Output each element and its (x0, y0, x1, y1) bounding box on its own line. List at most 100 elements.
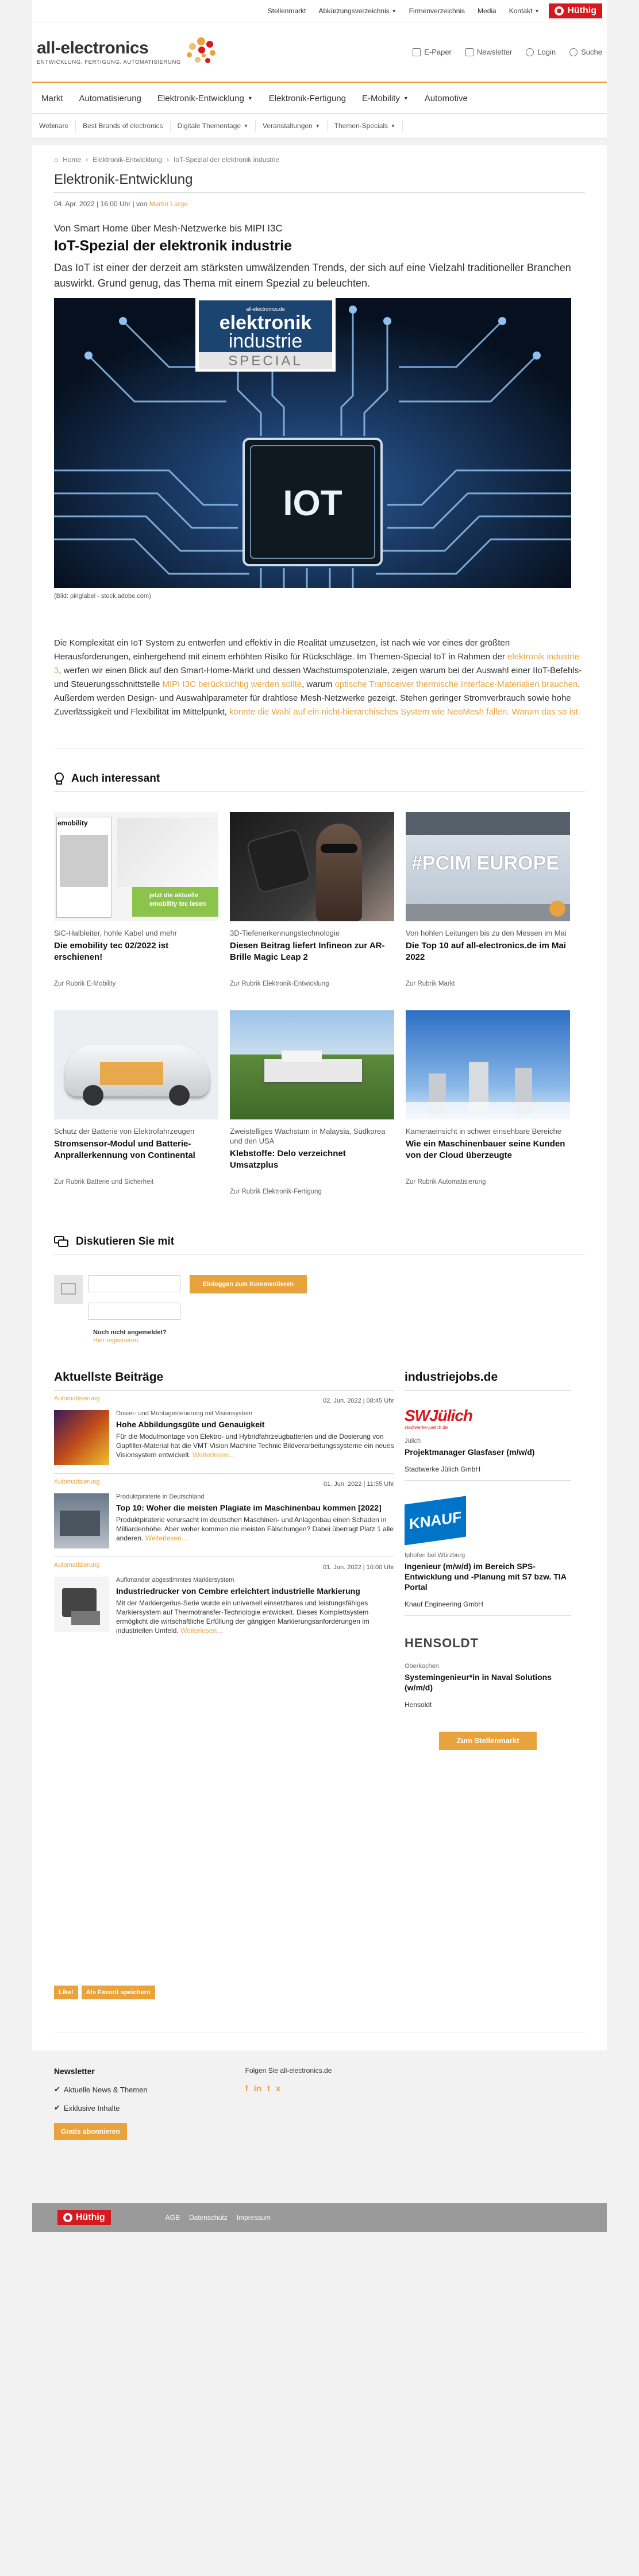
interesting-card[interactable]: 3D-Tiefenerkennungstechnologie Diesen Be… (230, 812, 394, 987)
chevron-down-icon: ▼ (391, 8, 397, 14)
breadcrumb-home[interactable]: Home (63, 156, 81, 164)
logo-tagline: ENTWICKLUNG. FERTIGUNG. AUTOMATISIERUNG (37, 59, 181, 65)
article-kicker: Von Smart Home über Mesh-Netzwerke bis M… (54, 223, 283, 234)
nav-markt[interactable]: Markt (33, 94, 71, 103)
job-logo: SWJülich stadtwerke-juelich.de (405, 1404, 571, 1432)
post-item[interactable]: Automatisierung 01. Jun. 2022 | 10:00 Uh… (54, 1557, 394, 1643)
nav-automatisierung[interactable]: Automatisierung (71, 94, 149, 103)
like-button[interactable]: Like! (54, 1986, 78, 1999)
subnav-best-brands[interactable]: Best Brands of electronics (76, 120, 171, 132)
topbar-link-media[interactable]: Media (478, 7, 496, 15)
home-icon: ⌂ (54, 156, 59, 164)
topbar-link-kontakt[interactable]: Kontakt ▼ (509, 7, 540, 15)
footer-newsletter: Newsletter ✔ Aktuelle News & Themen ✔ Exkl… (54, 2067, 148, 2140)
job-location: Jülich (405, 1438, 421, 1445)
post-item[interactable]: Automatisierung 02. Jun. 2022 | 08:45 Uh… (54, 1391, 394, 1474)
post-date: 01. Jun. 2022 | 10:00 Uhr (323, 1564, 394, 1571)
datenschutz-link[interactable]: Datenschutz (189, 2214, 228, 2222)
body-link-transceiver[interactable]: optische Transceiver thermische Interfac… (335, 679, 578, 689)
nav-elektronik-entwicklung[interactable]: Elektronik-Entwicklung ▼ (149, 94, 261, 103)
card-kicker: Zweistelliges Wachstum in Malaysia, Südk… (230, 1127, 386, 1145)
breadcrumb-level1[interactable]: Elektronik-Entwicklung (93, 156, 162, 164)
interesting-card[interactable]: Zweistelliges Wachstum in Malaysia, Südk… (230, 1010, 394, 1195)
hero-brand-industrie: industrie (229, 330, 303, 352)
post-desc: Produktpiraterie verursacht im deutschen… (116, 1515, 394, 1543)
card-title: Klebstoffe: Delo verzeichnet Umsatzplus (230, 1149, 346, 1170)
read-more-link[interactable]: Weiterlesen... (145, 1534, 187, 1542)
mail-icon (465, 48, 474, 56)
read-more-link[interactable]: Weiterlesen... (180, 1627, 222, 1635)
epaper-link[interactable]: E-Paper (413, 48, 452, 56)
xing-icon[interactable]: x (276, 2084, 280, 2094)
topbar-link-stellenmarkt[interactable]: Stellenmarkt (268, 7, 306, 15)
breadcrumb-current: IoT-Spezial der elektronik industrie (173, 156, 280, 164)
sub-nav: Webinare Best Brands of electronics Digi… (32, 114, 607, 138)
impressum-link[interactable]: Impressum (237, 2214, 271, 2222)
logo-name: all-electronics (37, 38, 149, 57)
breadcrumb-separator: › (86, 156, 88, 164)
topbar-link-abkuerzungen[interactable]: Abkürzungsverzeichnis ▼ (318, 7, 396, 15)
body-link-mipi[interactable]: MIPI I3C berücksichtig werden sollte (162, 679, 302, 689)
job-item[interactable]: HENSOLDT Oberkochen Systemingenieur*in i… (405, 1616, 571, 1716)
job-item[interactable]: KNAUF Iphofen bei Würzburg Ingenieur (m/… (405, 1481, 571, 1616)
post-thumbnail (54, 1493, 109, 1548)
breadcrumb: ⌂ Home › Elektronik-Entwicklung › IoT-Sp… (32, 145, 607, 164)
hero-chip-label: IOT (283, 484, 342, 523)
search-link[interactable]: Suche (569, 48, 602, 56)
subnav-digitale-thementage[interactable]: Digitale Thementage ▼ (171, 120, 256, 132)
twitter-icon[interactable]: t (267, 2084, 270, 2094)
linkedin-icon[interactable]: in (254, 2084, 261, 2094)
subnav-veranstaltungen[interactable]: Veranstaltungen ▼ (256, 120, 328, 132)
agb-link[interactable]: AGB (165, 2214, 180, 2222)
huethig-logo-link[interactable]: Hüthig (549, 3, 602, 18)
author-link[interactable]: Martin Large (149, 200, 188, 208)
username-field[interactable] (88, 1275, 180, 1292)
check-icon: ✔ (54, 2085, 60, 2094)
nav-e-mobility[interactable]: E-Mobility ▼ (354, 94, 417, 103)
footer-social: Folgen Sie all-electronics.de f in t x (245, 2067, 332, 2140)
login-to-comment-button[interactable]: Einloggen zum Kommentieren (190, 1275, 307, 1293)
card-thumbnail (230, 1010, 394, 1119)
nav-elektronik-fertigung[interactable]: Elektronik-Fertigung (261, 94, 354, 103)
interesting-card[interactable]: Kameraeinsicht in schwer einsehbare Bere… (406, 1010, 570, 1195)
job-market-button[interactable]: Zum Stellenmarkt (439, 1732, 537, 1750)
post-desc: Für die Modulmontage von Elektro- und Hy… (116, 1432, 394, 1459)
newsletter-link[interactable]: Newsletter (465, 48, 512, 56)
post-item[interactable]: Automatisierung 01. Jun. 2022 | 11:55 Uh… (54, 1474, 394, 1557)
job-item[interactable]: SWJülich stadtwerke-juelich.de Jülich Pr… (405, 1391, 571, 1481)
card-kicker: Schutz der Batterie von Elektrofahrzeuge… (54, 1127, 195, 1136)
footer-huethig-logo[interactable]: Hüthig (57, 2210, 111, 2225)
card-rubric: Zur Rubrik Elektronik-Entwicklung (230, 980, 329, 987)
chevron-down-icon: ▼ (247, 95, 253, 101)
post-title: Top 10: Woher die meisten Plagiate im Ma… (116, 1503, 382, 1512)
job-title: Ingenieur (m/w/d) im Bereich SPS-Entwick… (405, 1562, 567, 1592)
subnav-label: Veranstaltungen (262, 122, 313, 130)
body-text: Die Komplexität ein IoT System zu entwer… (54, 638, 510, 662)
subscribe-button[interactable]: Gratis abonnieren (54, 2123, 127, 2140)
footer-follow-text: Folgen Sie all-electronics.de (245, 2067, 332, 2075)
card-title: Die Top 10 auf all-electronics.de im Mai… (406, 941, 566, 962)
header-actions: E-Paper Newsletter Login Suche (413, 48, 602, 56)
facebook-icon[interactable]: f (245, 2084, 248, 2094)
job-logo-text: SWJülich (405, 1406, 473, 1424)
interesting-card[interactable]: emobility jetzt die aktuelle emobility t… (54, 812, 218, 987)
login-link[interactable]: Login (526, 48, 556, 56)
subnav-webinare[interactable]: Webinare (32, 120, 76, 132)
read-more-link[interactable]: Weiterlesen... (193, 1451, 234, 1459)
footer: Newsletter ✔ Aktuelle News & Themen ✔ Exkl… (32, 2050, 607, 2157)
chevron-down-icon: ▼ (534, 8, 540, 14)
interesting-card[interactable]: Schutz der Batterie von Elektrofahrzeuge… (54, 1010, 218, 1195)
interesting-heading-text: Auch interessant (71, 773, 160, 785)
topbar-link-label: Abkürzungsverzeichnis (318, 7, 390, 15)
body-link-neomesh[interactable]: könnte die Wahl auf ein nicht-hierarchis… (229, 707, 580, 717)
save-favorite-button[interactable]: Als Favorit speichern (81, 1986, 155, 1999)
password-field[interactable] (88, 1303, 180, 1320)
body-text: , warum (302, 679, 335, 689)
register-link[interactable]: Hier registrieren. (93, 1337, 585, 1344)
nav-automotive[interactable]: Automotive (417, 94, 476, 103)
subnav-themen-specials[interactable]: Themen-Specials ▼ (328, 120, 403, 132)
topbar-link-firmenverzeichnis[interactable]: Firmenverzeichnis (409, 7, 465, 15)
interesting-card[interactable]: #PCIM EUROPE Von hohlen Leitungen bis zu… (406, 812, 570, 987)
logo-dots-icon (184, 35, 219, 69)
site-logo[interactable]: all-electronics ENTWICKLUNG. FERTIGUNG. … (37, 35, 219, 69)
